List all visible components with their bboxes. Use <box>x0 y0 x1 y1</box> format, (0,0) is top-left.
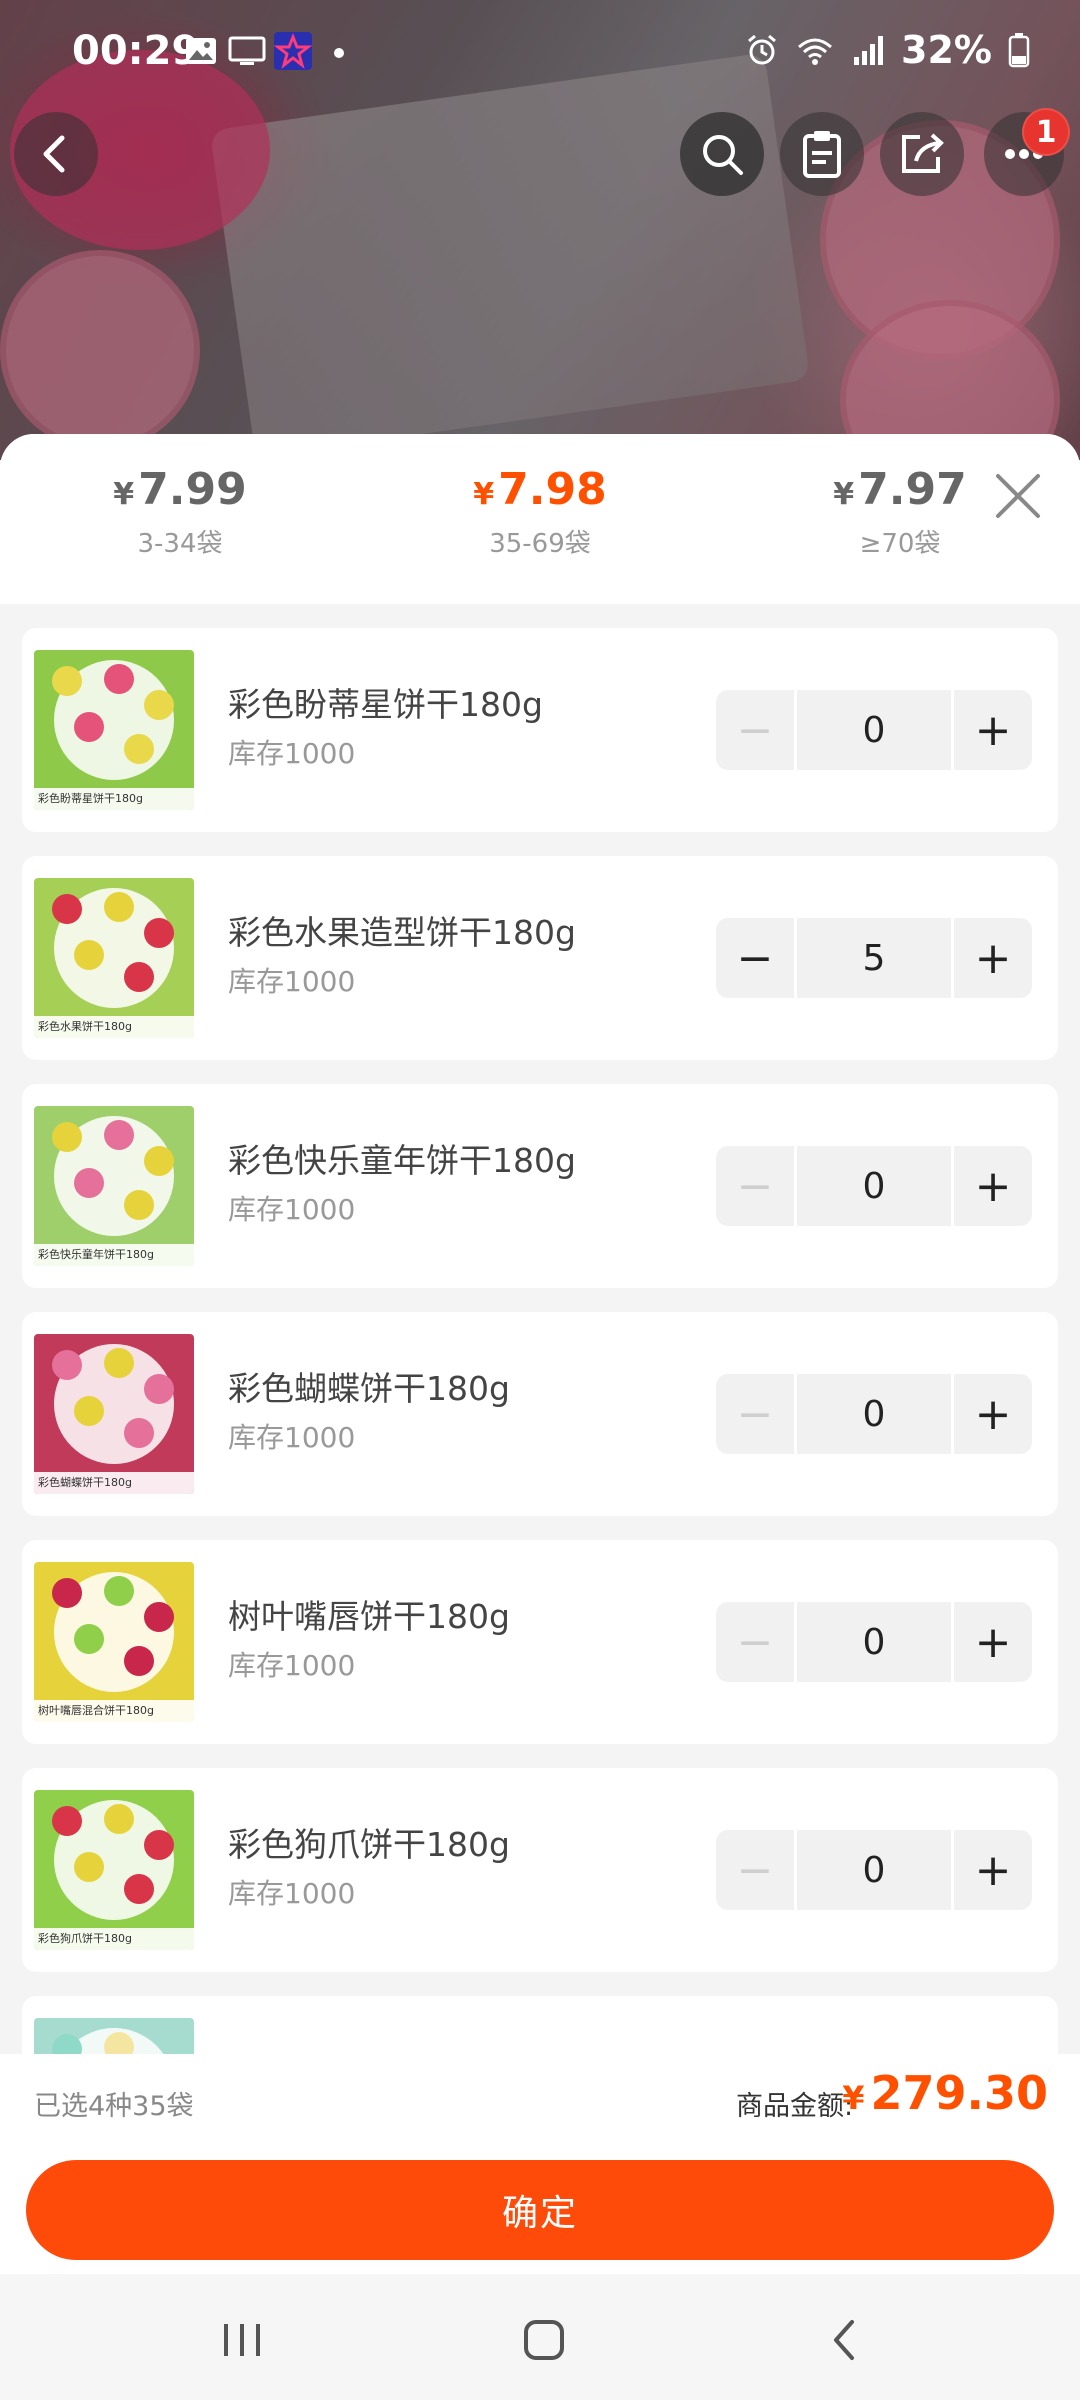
product-thumbnail[interactable]: 彩色快乐童年饼干180g <box>34 1106 194 1266</box>
price-tiers: ¥7.99 3-34袋 ¥7.98 35-69袋 ¥7.97 ≥70袋 <box>0 434 1080 604</box>
total-amount: ¥279.30 <box>842 2066 1048 2120</box>
battery-percent: 32% <box>901 28 992 72</box>
price-tier-1[interactable]: ¥7.99 3-34袋 <box>60 464 300 560</box>
increase-button[interactable]: + <box>954 1374 1032 1454</box>
quantity-input[interactable]: 0 <box>797 1830 951 1910</box>
sku-stock: 库存1000 <box>228 1193 356 1226</box>
search-icon <box>703 135 743 175</box>
tier-price: 7.97 <box>858 464 967 515</box>
share-button[interactable] <box>880 112 964 196</box>
sku-name: 彩色盼蒂星饼干180g <box>228 685 543 724</box>
sku-name: 树叶嘴唇饼干180g <box>228 1597 510 1636</box>
sku-selection-sheet: ¥7.99 3-34袋 ¥7.98 35-69袋 ¥7.97 ≥70袋 彩色盼蒂… <box>0 434 1080 2274</box>
confirm-button[interactable]: 确定 <box>26 2160 1054 2260</box>
sku-item-2: 彩色水果饼干180g 彩色水果造型饼干180g 库存1000 − 5 + <box>22 856 1058 1060</box>
quantity-stepper: − 0 + <box>716 1374 1032 1454</box>
increase-button[interactable]: + <box>954 918 1032 998</box>
increase-button[interactable]: + <box>954 1146 1032 1226</box>
recent-apps-icon[interactable] <box>212 2310 272 2370</box>
quantity-input[interactable]: 0 <box>797 1602 951 1682</box>
sku-item-5: 树叶嘴唇混合饼干180g 树叶嘴唇饼干180g 库存1000 − 0 + <box>22 1540 1058 1744</box>
sku-stock: 库存1000 <box>228 1877 356 1910</box>
quantity-stepper: − 5 + <box>716 918 1032 998</box>
screen-cast-icon <box>228 36 266 65</box>
decrease-button[interactable]: − <box>716 1602 794 1682</box>
product-thumbnail[interactable]: 彩色水果饼干180g <box>34 878 194 1038</box>
status-bar: 00:29 32% <box>0 0 1080 100</box>
quantity-input[interactable]: 0 <box>797 1146 951 1226</box>
signal-icon <box>854 36 884 65</box>
quantity-stepper: − 0 + <box>716 1602 1032 1682</box>
clipboard-button[interactable] <box>780 112 864 196</box>
thumbnail-caption: 树叶嘴唇混合饼干180g <box>34 1700 194 1722</box>
sku-stock: 库存1000 <box>228 1649 356 1682</box>
close-icon[interactable] <box>990 468 1046 524</box>
battery-icon <box>1008 33 1030 68</box>
more-button[interactable]: 1 <box>984 108 1070 196</box>
system-navigation-bar <box>0 2274 1080 2400</box>
thumbnail-caption: 彩色蝴蝶饼干180g <box>34 1472 194 1494</box>
quantity-input[interactable]: 0 <box>797 690 951 770</box>
product-thumbnail[interactable]: 彩色蝴蝶饼干180g <box>34 1334 194 1494</box>
alarm-icon <box>748 34 776 65</box>
decrease-button[interactable]: − <box>716 1374 794 1454</box>
selected-summary: 已选4种35袋 <box>34 2091 194 2122</box>
increase-button[interactable]: + <box>954 1602 1032 1682</box>
sku-item-4: 彩色蝴蝶饼干180g 彩色蝴蝶饼干180g 库存1000 − 0 + <box>22 1312 1058 1516</box>
product-thumbnail[interactable]: 彩色盼蒂星饼干180g <box>34 650 194 810</box>
sku-name: 彩色快乐童年饼干180g <box>228 1141 576 1180</box>
sku-list: 彩色盼蒂星饼干180g 彩色盼蒂星饼干180g 库存1000 − 0 + 彩色水… <box>22 604 1058 2200</box>
quantity-stepper: − 0 + <box>716 690 1032 770</box>
checkout-bar: 已选4种35袋 商品金额: ¥279.30 确定 <box>0 2054 1080 2274</box>
chevron-left-icon <box>43 135 65 173</box>
gallery-icon <box>186 38 216 64</box>
search-button[interactable] <box>680 112 764 196</box>
increase-button[interactable]: + <box>954 1830 1032 1910</box>
sku-name: 彩色狗爪饼干180g <box>228 1825 510 1864</box>
thumbnail-caption: 彩色狗爪饼干180g <box>34 1928 194 1950</box>
back-button[interactable] <box>14 112 98 196</box>
decrease-button[interactable]: − <box>716 1146 794 1226</box>
sku-stock: 库存1000 <box>228 965 356 998</box>
decrease-button[interactable]: − <box>716 690 794 770</box>
quantity-input[interactable]: 0 <box>797 1374 951 1454</box>
sku-name: 彩色水果造型饼干180g <box>228 913 576 952</box>
tier-range: 3-34袋 <box>137 529 223 559</box>
wifi-icon <box>798 38 833 65</box>
dot-icon <box>334 48 344 58</box>
status-time: 00:29 <box>72 28 200 74</box>
clipboard-icon <box>803 131 841 178</box>
product-thumbnail[interactable]: 树叶嘴唇混合饼干180g <box>34 1562 194 1722</box>
share-icon <box>902 133 944 173</box>
decrease-button[interactable]: − <box>716 1830 794 1910</box>
thumbnail-caption: 彩色水果饼干180g <box>34 1016 194 1038</box>
decrease-button[interactable]: − <box>716 918 794 998</box>
total-label: 商品金额: <box>736 2091 854 2122</box>
sku-item-3: 彩色快乐童年饼干180g 彩色快乐童年饼干180g 库存1000 − 0 + <box>22 1084 1058 1288</box>
status-right: 32% <box>745 28 1030 72</box>
sku-stock: 库存1000 <box>228 1421 356 1454</box>
increase-button[interactable]: + <box>954 690 1032 770</box>
sku-stock: 库存1000 <box>228 737 356 770</box>
quantity-input[interactable]: 5 <box>797 918 951 998</box>
thumbnail-caption: 彩色快乐童年饼干180g <box>34 1244 194 1266</box>
tier-price: 7.98 <box>498 464 607 515</box>
price-tier-2[interactable]: ¥7.98 35-69袋 <box>420 464 660 560</box>
notification-badge: 1 <box>1022 108 1070 156</box>
tier-range: ≥70袋 <box>859 529 941 559</box>
back-icon[interactable] <box>816 2310 876 2370</box>
sku-item-6: 彩色狗爪饼干180g 彩色狗爪饼干180g 库存1000 − 0 + <box>22 1768 1058 1972</box>
product-thumbnail[interactable]: 彩色狗爪饼干180g <box>34 1790 194 1950</box>
home-icon[interactable] <box>514 2310 574 2370</box>
tier-price: 7.99 <box>138 464 247 515</box>
sku-name: 彩色蝴蝶饼干180g <box>228 1369 510 1408</box>
tier-range: 35-69袋 <box>489 529 591 559</box>
sku-item-1: 彩色盼蒂星饼干180g 彩色盼蒂星饼干180g 库存1000 − 0 + <box>22 628 1058 832</box>
price-tier-3[interactable]: ¥7.97 ≥70袋 <box>780 464 1020 560</box>
quantity-stepper: − 0 + <box>716 1830 1032 1910</box>
app-notification-icon <box>274 32 312 70</box>
thumbnail-caption: 彩色盼蒂星饼干180g <box>34 788 194 810</box>
quantity-stepper: − 0 + <box>716 1146 1032 1226</box>
